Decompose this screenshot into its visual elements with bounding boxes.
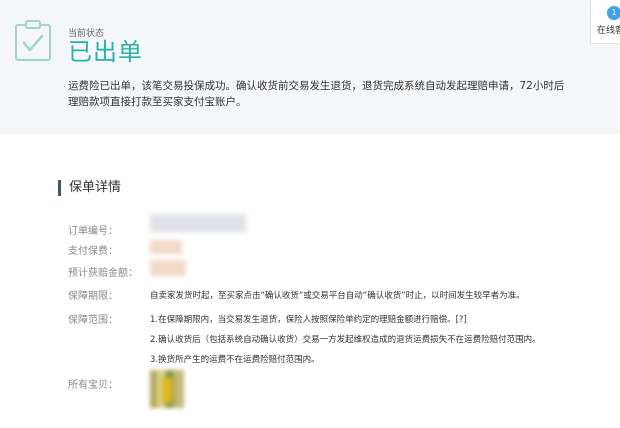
online-service-button[interactable]: 1 在线客: [590, 0, 620, 44]
status-title: 已出单: [68, 38, 143, 66]
coverage-scope-item: 2.确认收货后（包括系统自动确认收货）交易一方发起维权造成的退货运费损失不在运费…: [150, 335, 541, 345]
status-description-line: 理赔款项直接打款至买家支付宝账户。: [68, 96, 247, 108]
order-number-label: 订单编号：: [68, 226, 118, 237]
coverage-scope-item: 3.换货所产生的运费不在运费险赔付范围内。: [150, 355, 320, 365]
premium-value-redacted: [150, 240, 182, 254]
coverage-period-label: 保障期限：: [68, 291, 118, 302]
section-title: 保单详情: [58, 180, 121, 196]
coverage-scope-label: 保障范围：: [68, 315, 118, 326]
coverage-period-text: 自卖家发货时起，至买家点击“确认收货”或交易平台自动“确认收货”时止，以时间发生…: [150, 291, 525, 301]
estimated-payout-value-redacted: [150, 260, 186, 276]
estimated-payout-label: 预计获赔金额：: [68, 268, 138, 279]
item-thumbnail[interactable]: [150, 370, 184, 408]
coverage-scope-item: 1.在保障期限内，当交易发生退货，保险人按照保险单约定的理赔金额进行赔偿。[?]: [150, 315, 467, 325]
premium-label: 支付保费：: [68, 246, 118, 257]
online-service-label: 在线客: [597, 26, 620, 36]
status-description: 运费险已出单，该笔交易投保成功。确认收货前交易发生退货，退货完成系统自动发起理赔…: [68, 78, 588, 110]
status-description-line: 运费险已出单，该笔交易投保成功。确认收货前交易发生退货，退货完成系统自动发起理赔…: [68, 80, 565, 92]
status-panel: 当前状态 已出单 运费险已出单，该笔交易投保成功。确认收货前交易发生退货，退货完…: [0, 0, 620, 134]
order-number-value-redacted: [150, 214, 246, 232]
chat-bubble-icon: 1: [607, 6, 620, 20]
item-thumbnail-detail: [162, 378, 172, 402]
all-items-label: 所有宝贝：: [68, 380, 118, 391]
clipboard-check-icon: [15, 20, 51, 61]
